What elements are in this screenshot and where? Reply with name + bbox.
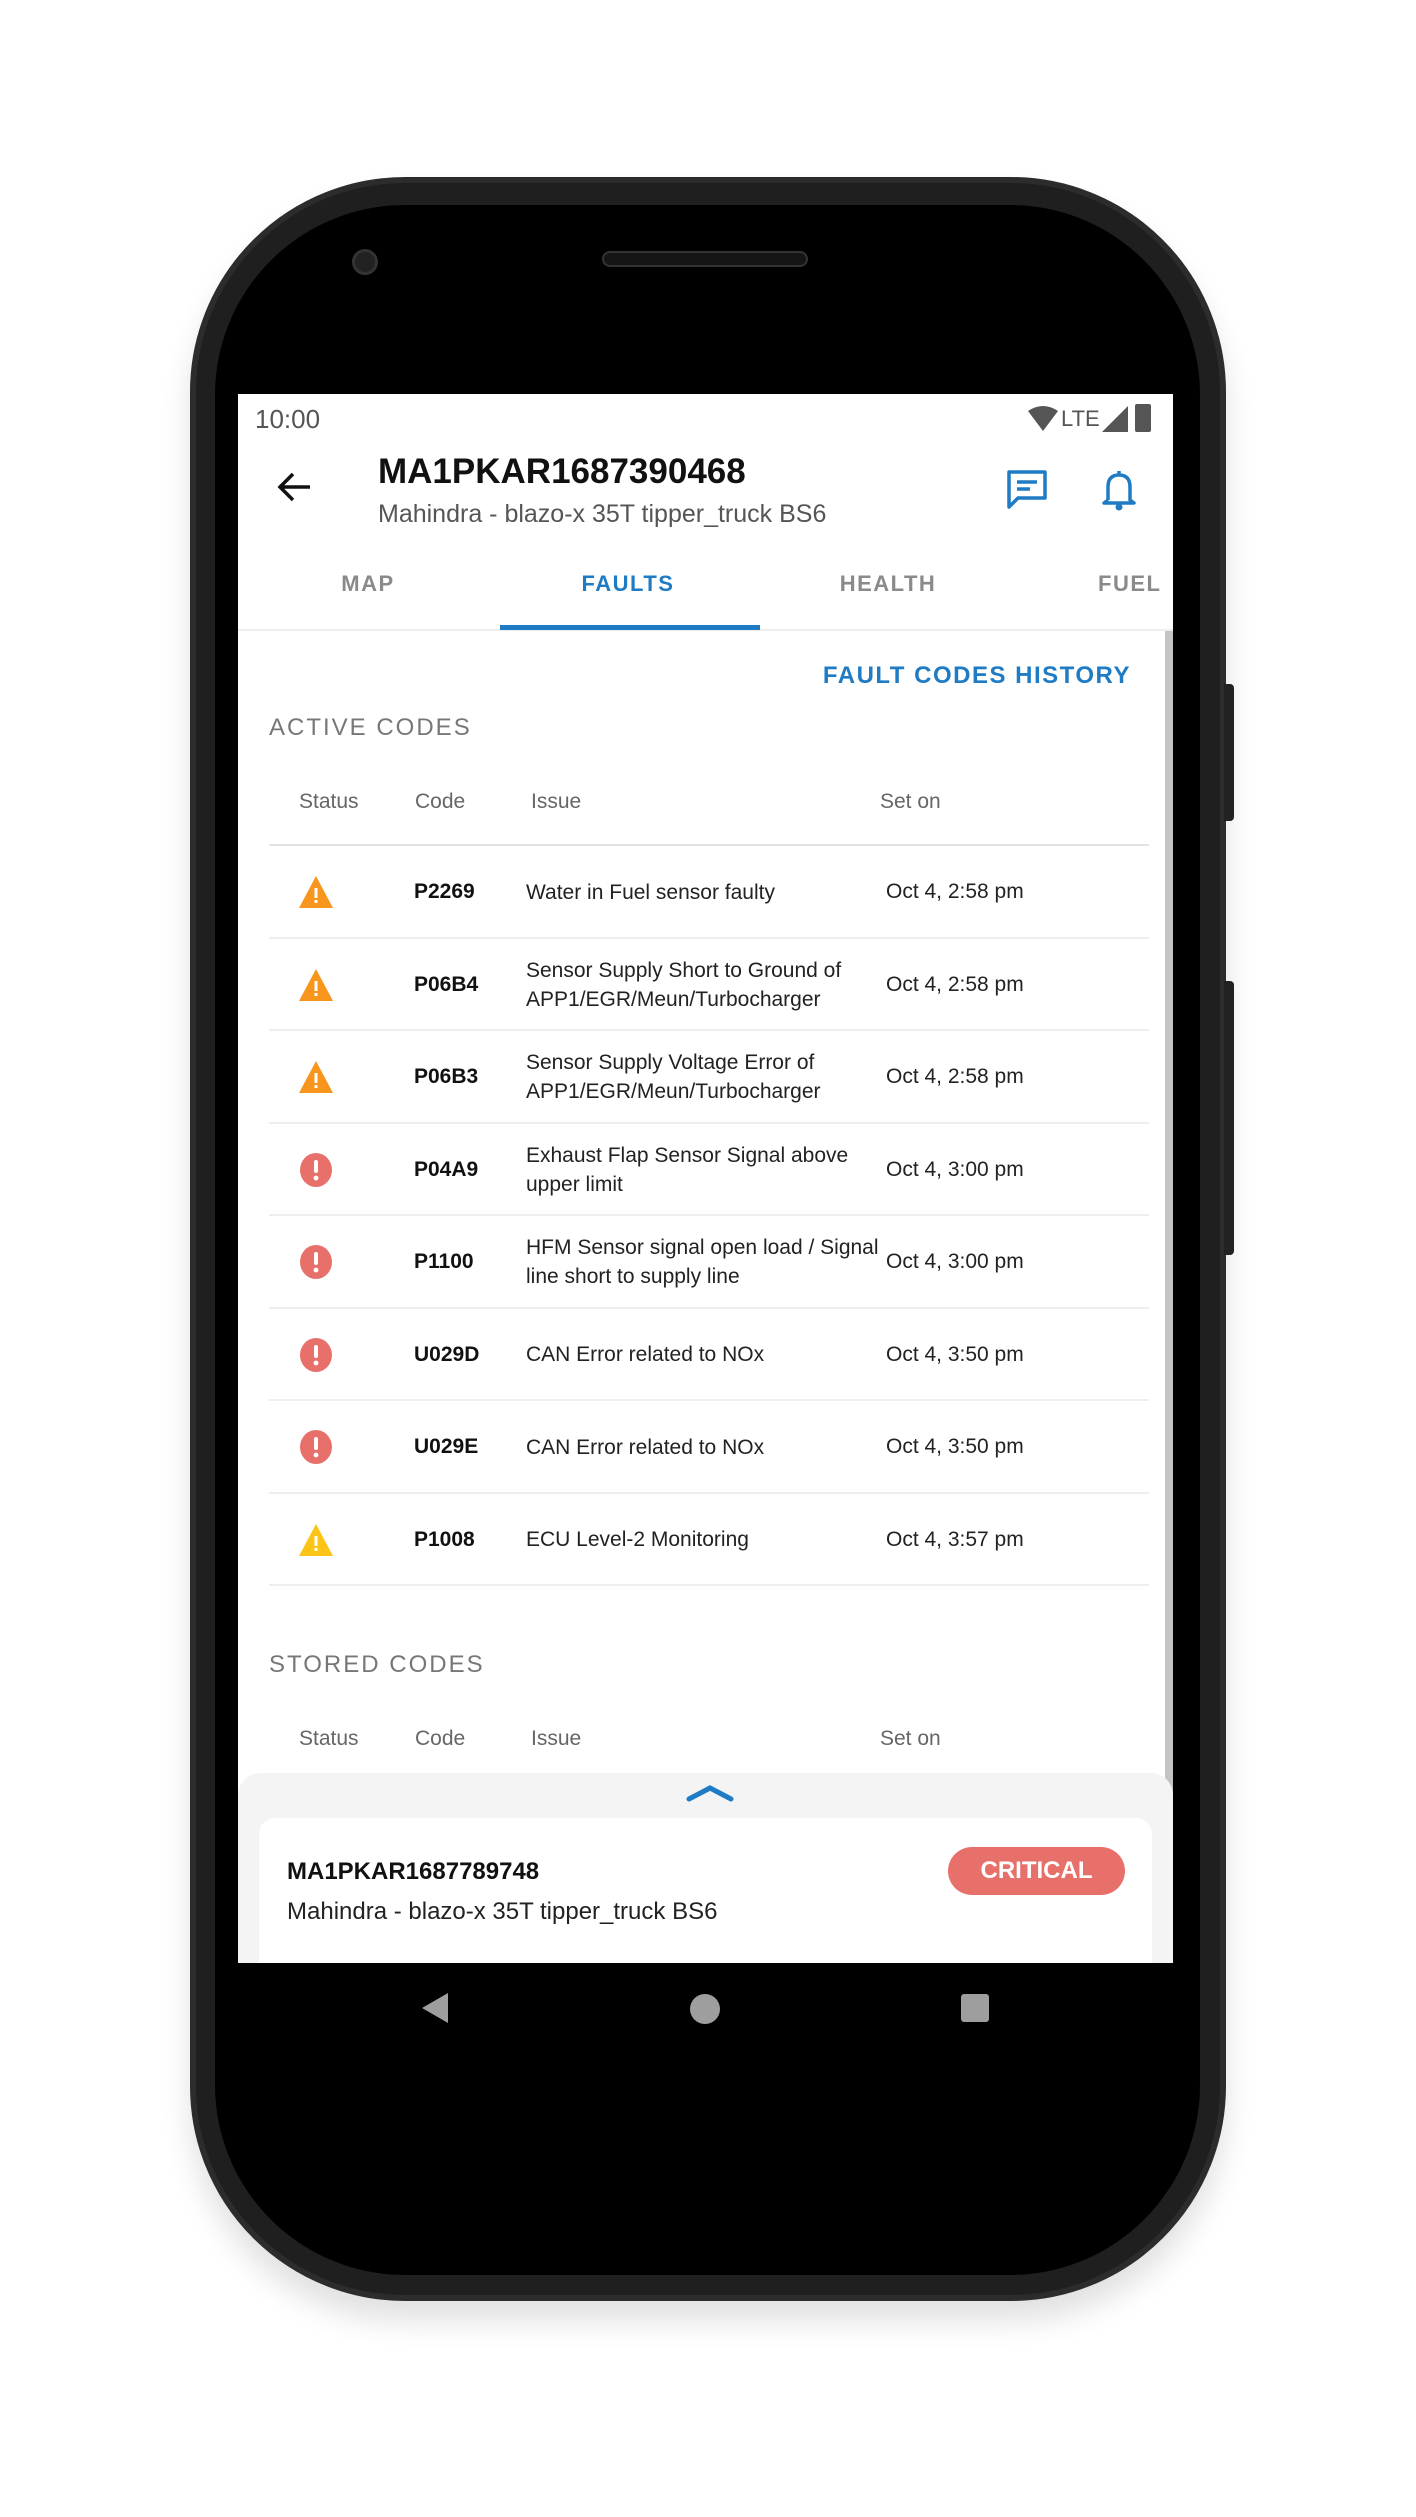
col-issue: Issue	[531, 1727, 582, 1750]
android-nav-bar	[238, 1963, 1173, 2051]
col-set-on: Set on	[880, 790, 941, 813]
fault-issue: Water in Fuel sensor faulty	[526, 880, 775, 904]
table-row[interactable]: U029D CAN Error related to NOx Oct 4, 3:50…	[269, 1309, 1149, 1401]
fault-issue: Sensor Supply Voltage Error of APP1/EGR/…	[526, 1051, 821, 1103]
warning-icon	[299, 876, 333, 908]
warning-icon	[299, 968, 333, 1001]
fault-code: U029E	[414, 1435, 479, 1458]
wifi-icon	[1028, 406, 1058, 431]
tab-map[interactable]: MAP	[238, 571, 498, 597]
fault-issue: Exhaust Flap Sensor Signal above upper l…	[526, 1143, 849, 1196]
fault-code: P06B4	[414, 972, 479, 996]
col-issue: Issue	[531, 790, 582, 813]
card-subtitle: Mahindra - blazo-x 35T tipper_truck BS6	[287, 1898, 718, 1925]
fault-code: U029D	[414, 1342, 480, 1366]
table-row[interactable]: P06B3 Sensor Supply Voltage Error of APP1…	[269, 1031, 1149, 1124]
fault-set-on: Oct 4, 3:00 pm	[886, 1157, 1024, 1181]
table-row[interactable]: P1008 ECU Level-2 Monitoring Oct 4, 3:57 p…	[269, 1494, 1149, 1586]
active-codes-heading: ACTIVE CODES	[269, 714, 472, 741]
warning-icon	[299, 1523, 333, 1556]
stored-codes-heading: STORED CODES	[269, 1651, 485, 1678]
vehicle-title: MA1PKAR1687390468	[378, 452, 746, 491]
tab-fuel[interactable]: FUEL	[1018, 571, 1173, 597]
critical-icon	[300, 1152, 332, 1187]
sensor	[669, 332, 741, 360]
col-code: Code	[415, 790, 466, 813]
fault-set-on: Oct 4, 3:50 pm	[886, 1342, 1024, 1366]
critical-icon	[300, 1337, 332, 1372]
warning-icon	[299, 1061, 333, 1093]
tab-health[interactable]: HEALTH	[758, 571, 1018, 597]
table-row[interactable]: P04A9 Exhaust Flap Sensor Signal above up…	[269, 1124, 1149, 1216]
critical-icon	[300, 1430, 332, 1464]
fault-set-on: Oct 4, 3:00 pm	[886, 1250, 1024, 1273]
fault-code: P1008	[414, 1527, 475, 1551]
app-screen: 10:00 LTE MA1PKAR1687390468 Mahindra - b…	[238, 394, 1173, 1963]
table-row[interactable]: P06B4 Sensor Supply Short to Ground of AP…	[269, 939, 1149, 1031]
fault-code: P04A9	[414, 1157, 479, 1181]
signal-icon	[1102, 406, 1128, 432]
bottom-sheet[interactable]: MA1PKAR1687789748 Mahindra - blazo-x 35T…	[238, 1773, 1173, 1963]
vehicle-subtitle: Mahindra - blazo-x 35T tipper_truck BS6	[378, 500, 827, 528]
nav-recents-icon[interactable]	[961, 1994, 989, 2022]
fault-set-on: Oct 4, 2:58 pm	[886, 880, 1024, 903]
nav-back-icon[interactable]	[420, 1993, 450, 2023]
volume-button	[1224, 981, 1234, 1255]
status-time: 10:00	[255, 404, 321, 434]
fault-set-on: Oct 4, 2:58 pm	[886, 1065, 1024, 1088]
chevron-up-icon[interactable]	[685, 1783, 735, 1803]
tab-faults[interactable]: FAULTS	[498, 571, 758, 597]
speaker-grille	[602, 251, 808, 267]
critical-icon	[300, 1245, 332, 1279]
power-button	[1224, 684, 1234, 821]
bell-icon[interactable]	[1101, 468, 1137, 512]
fault-set-on: Oct 4, 2:58 pm	[886, 972, 1024, 996]
fault-issue: CAN Error related to NOx	[526, 1343, 765, 1366]
fault-code: P1100	[414, 1250, 474, 1273]
fault-code: P06B3	[414, 1065, 479, 1088]
fault-codes-history-link[interactable]: FAULT CODES HISTORY	[823, 662, 1131, 690]
card-title: MA1PKAR1687789748	[287, 1858, 540, 1885]
fault-issue: HFM Sensor signal open load / Signal lin…	[526, 1236, 879, 1288]
fault-set-on: Oct 4, 3:50 pm	[886, 1435, 1024, 1458]
col-status: Status	[299, 790, 359, 813]
fault-set-on: Oct 4, 3:57 pm	[886, 1527, 1024, 1551]
fault-issue: ECU Level-2 Monitoring	[526, 1528, 749, 1551]
fault-code: P2269	[414, 880, 475, 903]
vehicle-card[interactable]: MA1PKAR1687789748 Mahindra - blazo-x 35T…	[259, 1818, 1152, 1963]
col-status: Status	[299, 1727, 359, 1750]
battery-icon	[1135, 404, 1151, 432]
table-row[interactable]: P1100 HFM Sensor signal open load / Signa…	[269, 1216, 1149, 1309]
network-label: LTE	[1061, 406, 1100, 431]
tab-indicator	[500, 625, 760, 630]
fault-issue: Sensor Supply Short to Ground of APP1/EG…	[526, 958, 842, 1011]
col-code: Code	[415, 1727, 466, 1750]
back-arrow-icon[interactable]	[276, 471, 312, 503]
camera-icon	[352, 249, 378, 275]
col-set-on: Set on	[880, 1727, 941, 1750]
scrollbar[interactable]	[1165, 631, 1173, 1963]
fault-issue: CAN Error related to NOx	[526, 1435, 765, 1459]
table-row[interactable]: U029E CAN Error related to NOx Oct 4, 3:50…	[269, 1401, 1149, 1494]
chat-icon[interactable]	[1006, 469, 1048, 511]
table-row[interactable]: P2269 Water in Fuel sensor faulty Oct 4, 2…	[269, 846, 1149, 939]
nav-home-icon[interactable]	[690, 1994, 720, 2024]
critical-badge: CRITICAL	[948, 1847, 1125, 1895]
